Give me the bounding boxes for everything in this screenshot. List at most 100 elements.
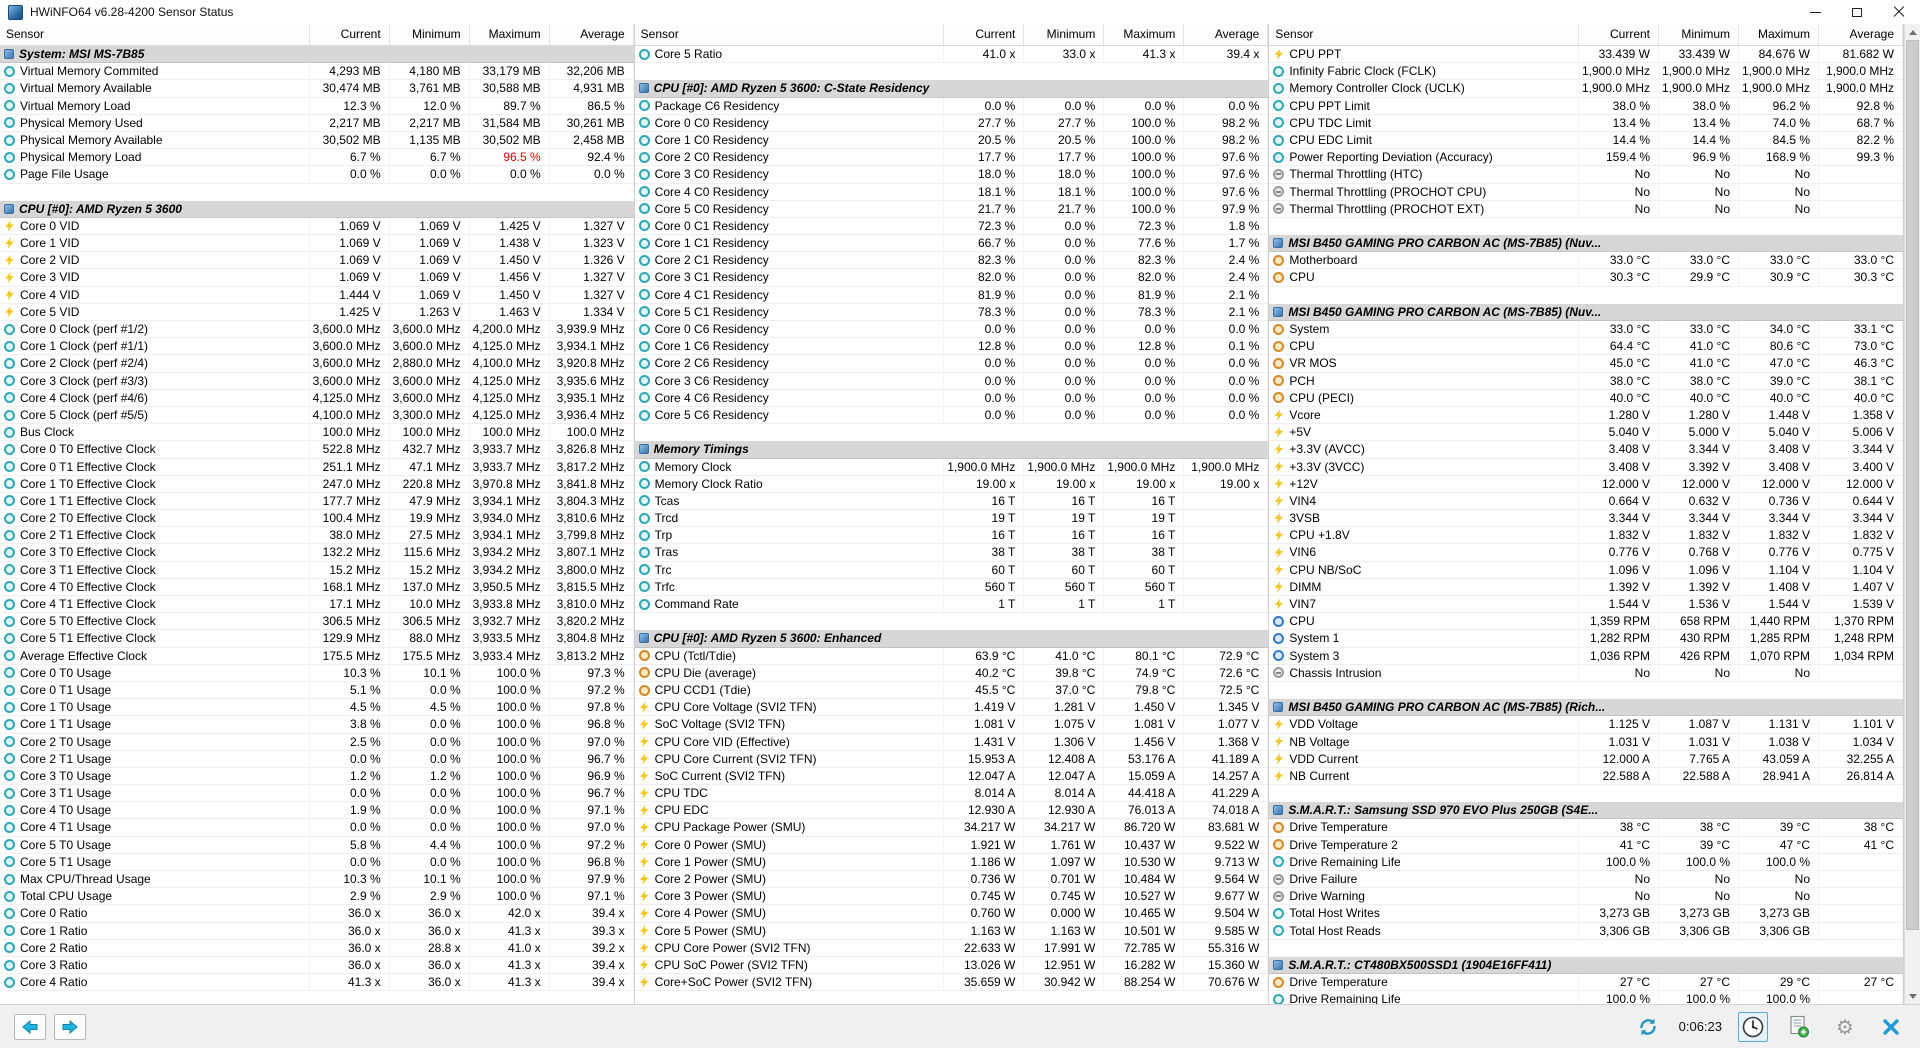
sensor-row[interactable]: CPU EDC Limit 14.4 % 14.4 % 84.5 % 82.2 % [1269,131,1904,150]
column-header-minimum[interactable]: Minimum [390,24,470,45]
sensor-row[interactable]: Max CPU/Thread Usage 10.3 % 10.1 % 100.0 % 9… [0,871,634,889]
sensor-row[interactable]: Core 3 Power (SMU) 0.745 W 0.745 W 10.527 W… [634,888,1269,906]
sensor-row[interactable]: Core 1 Power (SMU) 1.186 W 1.097 W 10.530 W… [634,853,1269,871]
sensor-row[interactable]: Memory Clock Ratio 19.00 x 19.00 x 19.00 x1… [634,475,1269,493]
column-header-maximum[interactable]: Maximum [470,24,550,45]
sensor-row[interactable]: CPU TDC 8.014 A 8.014 A 44.418 A 41.229 A [634,785,1269,803]
sensor-row[interactable]: Virtual Memory Load 12.3 % 12.0 % 89.7 % 86.… [0,97,634,115]
sensor-row[interactable]: Command Rate 1 T1 T1 T [634,596,1269,614]
sensor-row[interactable]: Core 3 C6 Residency 0.0 % 0.0 % 0.0 % 0.0 % [634,372,1269,390]
sensor-row[interactable]: Core 5 T0 Usage 5.8 % 4.4 % 100.0 % 97.2 % [0,836,634,854]
sensor-row[interactable]: Core 0 VID 1.069 V 1.069 V 1.425 V 1.327 V [0,217,634,236]
column-header-maximum[interactable]: Maximum [1739,24,1820,45]
sensor-row[interactable]: DIMM 1.392 V 1.392 V 1.408 V 1.407 V [1269,578,1904,596]
sensor-row[interactable]: Core 1 C1 Residency 66.7 % 0.0 % 77.6 % 1.7 … [634,235,1269,253]
sensor-row[interactable]: Core 0 C1 Residency 72.3 % 0.0 % 72.3 % 1.8 … [634,217,1269,236]
sensor-row[interactable]: Core 5 T0 Effective Clock 306.5 MHz 306.5 … [0,613,634,631]
sensor-row[interactable]: Core 2 Ratio 36.0 x 28.8 x 41.0 x 39.2 x [0,939,634,957]
sensor-row[interactable]: Trfc 560 T 560 T 560 T [634,578,1269,596]
sensor-row[interactable]: Core 0 Ratio 36.0 x 36.0 x 42.0 x 39.4 x [0,905,634,923]
sensor-row[interactable]: Drive Temperature 38 °C 38 °C 39 °C 38 °C [1269,819,1904,837]
sensor-row[interactable]: +12V 12.000 V 12.000 V 12.000 V 12.000 V [1269,475,1904,493]
sensor-row[interactable]: Core 2 C6 Residency 0.0 % 0.0 % 0.0 % 0.0 % [634,355,1269,373]
sensor-row[interactable]: CPU Core Current (SVI2 TFN) 15.953 A 12.40… [634,750,1269,768]
sensor-row[interactable]: CPU Core Voltage (SVI2 TFN) 1.419 V 1.281 … [634,699,1269,717]
sensor-row[interactable]: Core 3 C0 Residency 18.0 % 18.0 % 100.0 % 97… [634,166,1269,184]
sensor-row[interactable]: CPU 64.4 °C 41.0 °C 80.6 °C 73.0 °C [1269,338,1904,356]
sensor-row[interactable]: Core 2 T0 Usage 2.5 % 0.0 % 100.0 % 97.0 % [0,733,634,751]
section-header-row[interactable]: Memory Timings [634,441,1269,459]
sensor-row[interactable]: Core 3 T1 Effective Clock 15.2 MHz 15.2 MH… [0,561,634,579]
sensor-row[interactable]: Total CPU Usage 2.9 % 2.9 % 100.0 % 97.1 % [0,888,634,906]
section-header-row[interactable]: CPU [#0]: AMD Ryzen 5 3600: C-State Resi… [634,80,1269,98]
sensor-row[interactable]: Core 2 Power (SMU) 0.736 W 0.701 W 10.484 W… [634,871,1269,889]
reset-values-button[interactable] [1633,1012,1663,1042]
sensor-row[interactable]: System 33.0 °C 33.0 °C 34.0 °C 33.1 °C [1269,321,1904,339]
scrollbar-thumb[interactable] [1906,40,1920,930]
sensor-row[interactable]: Core 1 Clock (perf #1/1) 3,600.0 MHz 3,600… [0,338,634,356]
sensor-row[interactable]: +5V 5.040 V 5.000 V 5.040 V 5.006 V [1269,424,1904,442]
section-header-row[interactable]: CPU [#0]: AMD Ryzen 5 3600 [0,200,634,218]
sensor-row[interactable]: Drive Temperature 27 °C 27 °C 29 °C 27 °C [1269,974,1904,992]
column-header-current[interactable]: Current [944,24,1025,45]
sensor-row[interactable]: Core 4 C1 Residency 81.9 % 0.0 % 81.9 % 2.1 … [634,286,1269,304]
column-header-average[interactable]: Average [1819,24,1904,45]
sensor-row[interactable]: Physical Memory Load 6.7 % 6.7 % 96.5 % 92.4… [0,149,634,167]
sensor-row[interactable]: CPU 1,359 RPM 658 RPM 1,440 RPM 1,370 RPM [1269,613,1904,631]
sensor-row[interactable]: Total Host Writes 3,273 GB 3,273 GB 3,273 G… [1269,905,1904,923]
sensor-row[interactable]: Core 2 C0 Residency 17.7 % 17.7 % 100.0 % 97… [634,149,1269,167]
sensor-row[interactable]: Core 1 Ratio 36.0 x 36.0 x 41.3 x 39.3 x [0,922,634,940]
sensor-row[interactable]: Core 5 C1 Residency 78.3 % 0.0 % 78.3 % 2.1 … [634,303,1269,321]
column-header-current[interactable]: Current [310,24,390,45]
sensor-row[interactable]: Tras 38 T 38 T 38 T [634,544,1269,562]
column-header-minimum[interactable]: Minimum [1024,24,1105,45]
sensor-row[interactable]: Power Reporting Deviation (Accuracy) 159.… [1269,149,1904,167]
minimize-button[interactable] [1794,0,1836,24]
sensor-row[interactable]: Trcd 19 T 19 T 19 T [634,510,1269,528]
sensor-row[interactable]: Core 3 T1 Usage 0.0 % 0.0 % 100.0 % 96.7 % [0,785,634,803]
close-sensors-button[interactable] [1876,1012,1906,1042]
sensor-row[interactable]: Trp 16 T 16 T 16 T [634,527,1269,545]
vertical-scrollbar[interactable] [1904,24,1920,1004]
sensor-row[interactable]: Core+SoC Power (SVI2 TFN) 35.659 W 30.942 … [634,974,1269,992]
sensor-row[interactable]: Physical Memory Available 30,502 MB 1,135 … [0,131,634,150]
sensor-row[interactable]: +3.3V (3VCC) 3.408 V 3.392 V 3.408 V 3.400 V [1269,458,1904,476]
column-header-average[interactable]: Average [550,24,634,45]
sensor-row[interactable]: Core 4 T1 Effective Clock 17.1 MHz 10.0 MH… [0,596,634,614]
sensor-row[interactable]: CPU PPT Limit 38.0 % 38.0 % 96.2 % 92.8 % [1269,97,1904,115]
sensor-row[interactable]: Core 5 Power (SMU) 1.163 W 1.163 W 10.501 W… [634,922,1269,940]
sensor-row[interactable]: VIN4 0.664 V 0.632 V 0.736 V 0.644 V [1269,492,1904,511]
sensor-row[interactable]: Core 4 Clock (perf #4/6) 4,125.0 MHz 3,600… [0,389,634,407]
section-header-row[interactable]: CPU [#0]: AMD Ryzen 5 3600: Enhanced [634,630,1269,648]
sensor-row[interactable]: Thermal Throttling (PROCHOT CPU) No No No [1269,183,1904,201]
scroll-down-icon[interactable] [1905,988,1920,1004]
previous-sensor-button[interactable] [14,1013,46,1040]
sensor-row[interactable]: Core 0 T1 Effective Clock 251.1 MHz 47.1 M… [0,458,634,476]
sensor-row[interactable]: Package C6 Residency 0.0 % 0.0 % 0.0 % 0.0 % [634,97,1269,115]
section-header-row[interactable]: MSI B450 GAMING PRO CARBON AC (MS-7B85) … [1269,699,1904,717]
sensor-row[interactable]: Core 1 VID 1.069 V 1.069 V 1.438 V 1.323 V [0,235,634,253]
sensor-row[interactable]: CPU EDC 12.930 A 12.930 A 76.013 A 74.018 A [634,802,1269,820]
sensor-row[interactable]: Core 0 C0 Residency 27.7 % 27.7 % 100.0 % 98… [634,114,1269,132]
sensor-row[interactable]: Core 2 Clock (perf #2/4) 3,600.0 MHz 2,880… [0,355,634,373]
section-header-row[interactable]: MSI B450 GAMING PRO CARBON AC (MS-7B85) … [1269,235,1904,253]
settings-button[interactable]: ⚙ [1830,1012,1860,1042]
sensor-row[interactable]: Tcas 16 T 16 T 16 T [634,492,1269,511]
sensor-row[interactable]: Core 3 VID 1.069 V 1.069 V 1.456 V 1.327 V [0,269,634,287]
sensor-row[interactable]: Core 1 T1 Effective Clock 177.7 MHz 47.9 M… [0,492,634,511]
section-header-row[interactable]: System: MSI MS-7B85 [0,46,634,64]
sensor-row[interactable]: Core 5 T1 Usage 0.0 % 0.0 % 100.0 % 96.8 % [0,853,634,871]
sensor-row[interactable]: Thermal Throttling (HTC) No No No [1269,166,1904,184]
section-header-row[interactable]: MSI B450 GAMING PRO CARBON AC (MS-7B85) … [1269,303,1904,321]
sensor-row[interactable]: Drive Remaining Life 100.0 % 100.0 % 100.0 … [1269,853,1904,871]
section-header-row[interactable]: S.M.A.R.T.: Samsung SSD 970 EVO Plus 250… [1269,802,1904,820]
sensor-row[interactable]: Bus Clock 100.0 MHz 100.0 MHz 100.0 MHz 100.… [0,424,634,442]
sensor-row[interactable]: SoC Current (SVI2 TFN) 12.047 A 12.047 A 15… [634,767,1269,786]
sensor-row[interactable]: Core 5 C6 Residency 0.0 % 0.0 % 0.0 % 0.0 % [634,406,1269,425]
sensor-row[interactable]: Core 3 Clock (perf #3/3) 3,600.0 MHz 3,600… [0,372,634,390]
sensor-row[interactable]: Core 3 T0 Effective Clock 132.2 MHz 115.6 … [0,544,634,562]
column-header-sensor[interactable]: Sensor [1269,24,1580,45]
sensor-row[interactable]: CPU Package Power (SMU) 34.217 W 34.217 W8… [634,819,1269,837]
sensor-row[interactable]: Virtual Memory Available 30,474 MB 3,761 M… [0,80,634,98]
sensor-row[interactable]: CPU SoC Power (SVI2 TFN) 13.026 W 12.951 W… [634,956,1269,975]
